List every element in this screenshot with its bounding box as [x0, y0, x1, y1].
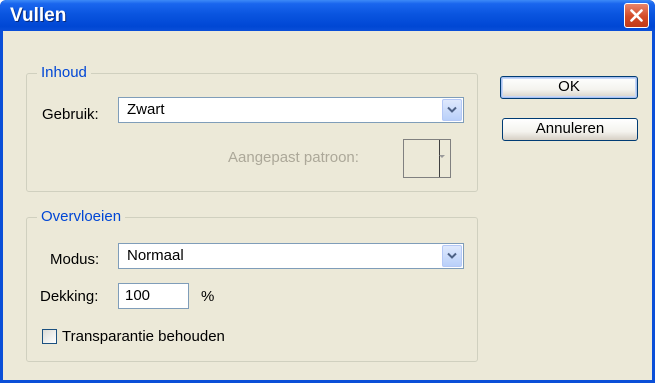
use-label: Gebruik: — [42, 106, 99, 123]
opacity-label: Dekking: — [40, 288, 99, 305]
chevron-down-icon — [447, 106, 457, 113]
use-dropdown-button[interactable] — [442, 99, 462, 121]
mode-label: Modus: — [50, 251, 100, 268]
pattern-arrow-icon — [439, 155, 445, 158]
mode-dropdown-value: Normaal — [127, 247, 184, 264]
opacity-input-value: 100 — [125, 287, 151, 304]
use-dropdown-value: Zwart — [127, 101, 165, 118]
blend-group-legend: Overvloeien — [37, 208, 126, 226]
preserve-transparency-checkbox[interactable] — [42, 329, 57, 344]
dialog-body: Inhoud Gebruik: Zwart Aangepast patroon:… — [3, 31, 652, 380]
close-button[interactable] — [624, 3, 649, 28]
custom-pattern-label: Aangepast patroon: — [228, 149, 359, 166]
title-bar[interactable]: Vullen — [0, 0, 655, 31]
dialog-title: Vullen — [10, 5, 67, 26]
preserve-transparency-label[interactable]: Transparantie behouden — [62, 328, 225, 346]
mode-dropdown[interactable]: Normaal — [118, 243, 464, 269]
custom-pattern-picker — [403, 139, 451, 178]
close-icon — [630, 9, 643, 22]
cancel-button[interactable]: Annuleren — [502, 118, 638, 141]
mode-dropdown-button[interactable] — [442, 245, 462, 267]
use-dropdown[interactable]: Zwart — [118, 97, 464, 123]
opacity-unit: % — [201, 288, 215, 305]
fill-dialog: Vullen Inhoud Gebruik: Zwart Aangepast p… — [0, 0, 655, 383]
ok-button[interactable]: OK — [500, 76, 638, 99]
opacity-input[interactable]: 100 — [118, 283, 189, 309]
chevron-down-icon — [447, 252, 457, 259]
content-group-legend: Inhoud — [37, 64, 91, 82]
pattern-swatch — [404, 140, 440, 177]
